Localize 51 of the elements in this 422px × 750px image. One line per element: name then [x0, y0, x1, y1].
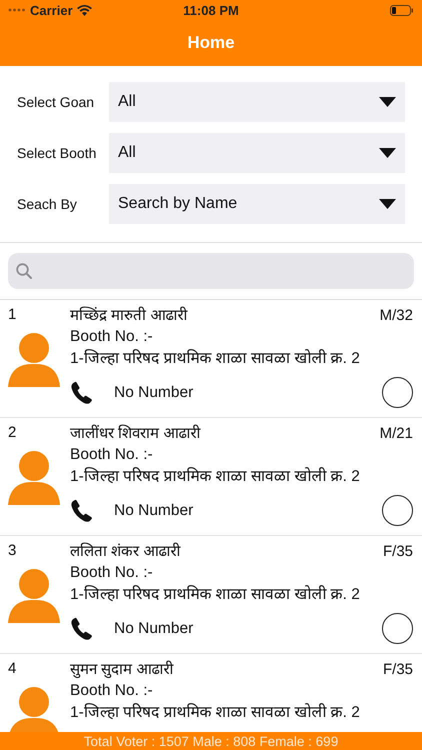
booth-label: Booth No. :-	[70, 681, 154, 701]
select-radio[interactable]	[382, 495, 413, 526]
search-icon	[16, 263, 32, 279]
serial-number: 2	[8, 424, 18, 441]
voter-summary: Total Voter : 1507 Male : 808 Female : 699	[84, 734, 338, 748]
battery-icon	[390, 4, 414, 16]
phone-icon[interactable]	[70, 616, 94, 640]
booth-label: Booth No. :-	[70, 445, 154, 465]
clock-time: 11:08 PM	[183, 2, 239, 18]
serial-number: 1	[8, 306, 18, 323]
booth-address: 1-जिल्हा परिषद प्राथमिक शाळा सावळा खोली क्र. 2	[70, 703, 361, 723]
serial-number: 3	[8, 542, 18, 559]
gender-age: F/35	[382, 660, 413, 679]
avatar-icon	[8, 451, 60, 505]
phone-number: No Number	[114, 502, 194, 520]
gender-age: F/35	[382, 542, 413, 561]
avatar-icon	[8, 569, 60, 623]
filter-label: Seach By	[17, 196, 78, 212]
signal-icon	[8, 8, 26, 12]
booth-address: 1-जिल्हा परिषद प्राथमिक शाळा सावळा खोली क्र. 2	[70, 467, 361, 487]
voter-name: सुमन सुदाम आढारी	[70, 660, 174, 679]
dropdown-field[interactable]: All	[109, 82, 405, 122]
search-field[interactable]	[8, 253, 414, 289]
dropdown-field[interactable]: Search by Name	[109, 184, 405, 224]
filter-label: Select Booth	[17, 145, 98, 161]
voter-name: मच्छिंद्र मारुती आढारी	[70, 306, 188, 325]
serial-number: 4	[8, 660, 18, 677]
voter-name: जालींधर शिवराम आढारी	[70, 424, 200, 443]
booth-address: 1-जिल्हा परिषद प्राथमिक शाळा सावळा खोली क्र. 2	[70, 349, 361, 369]
booth-label: Booth No. :-	[70, 563, 154, 583]
select-radio[interactable]	[382, 613, 413, 644]
booth-address: 1-जिल्हा परिषद प्राथमिक शाळा सावळा खोली क्र. 2	[70, 585, 361, 605]
dropdown-caret-icon	[379, 199, 396, 209]
dropdown-field[interactable]: All	[109, 133, 405, 173]
avatar-icon	[8, 333, 60, 387]
phone-icon[interactable]	[70, 380, 94, 404]
carrier-name: Carrier	[30, 2, 73, 18]
phone-icon[interactable]	[70, 498, 94, 522]
wifi-icon	[76, 4, 92, 16]
voter-name: ललिता शंकर आढारी	[70, 542, 180, 561]
phone-number: No Number	[114, 384, 194, 402]
gender-age: M/32	[380, 306, 413, 325]
select-radio[interactable]	[382, 377, 413, 408]
filter-label: Select Goan	[17, 94, 96, 110]
dropdown-caret-icon	[379, 97, 396, 107]
avatar-icon	[8, 687, 60, 732]
booth-label: Booth No. :-	[70, 327, 154, 347]
gender-age: M/21	[380, 424, 413, 443]
screen-title: Home	[187, 33, 235, 53]
dropdown-caret-icon	[379, 148, 396, 158]
phone-number: No Number	[114, 620, 194, 638]
